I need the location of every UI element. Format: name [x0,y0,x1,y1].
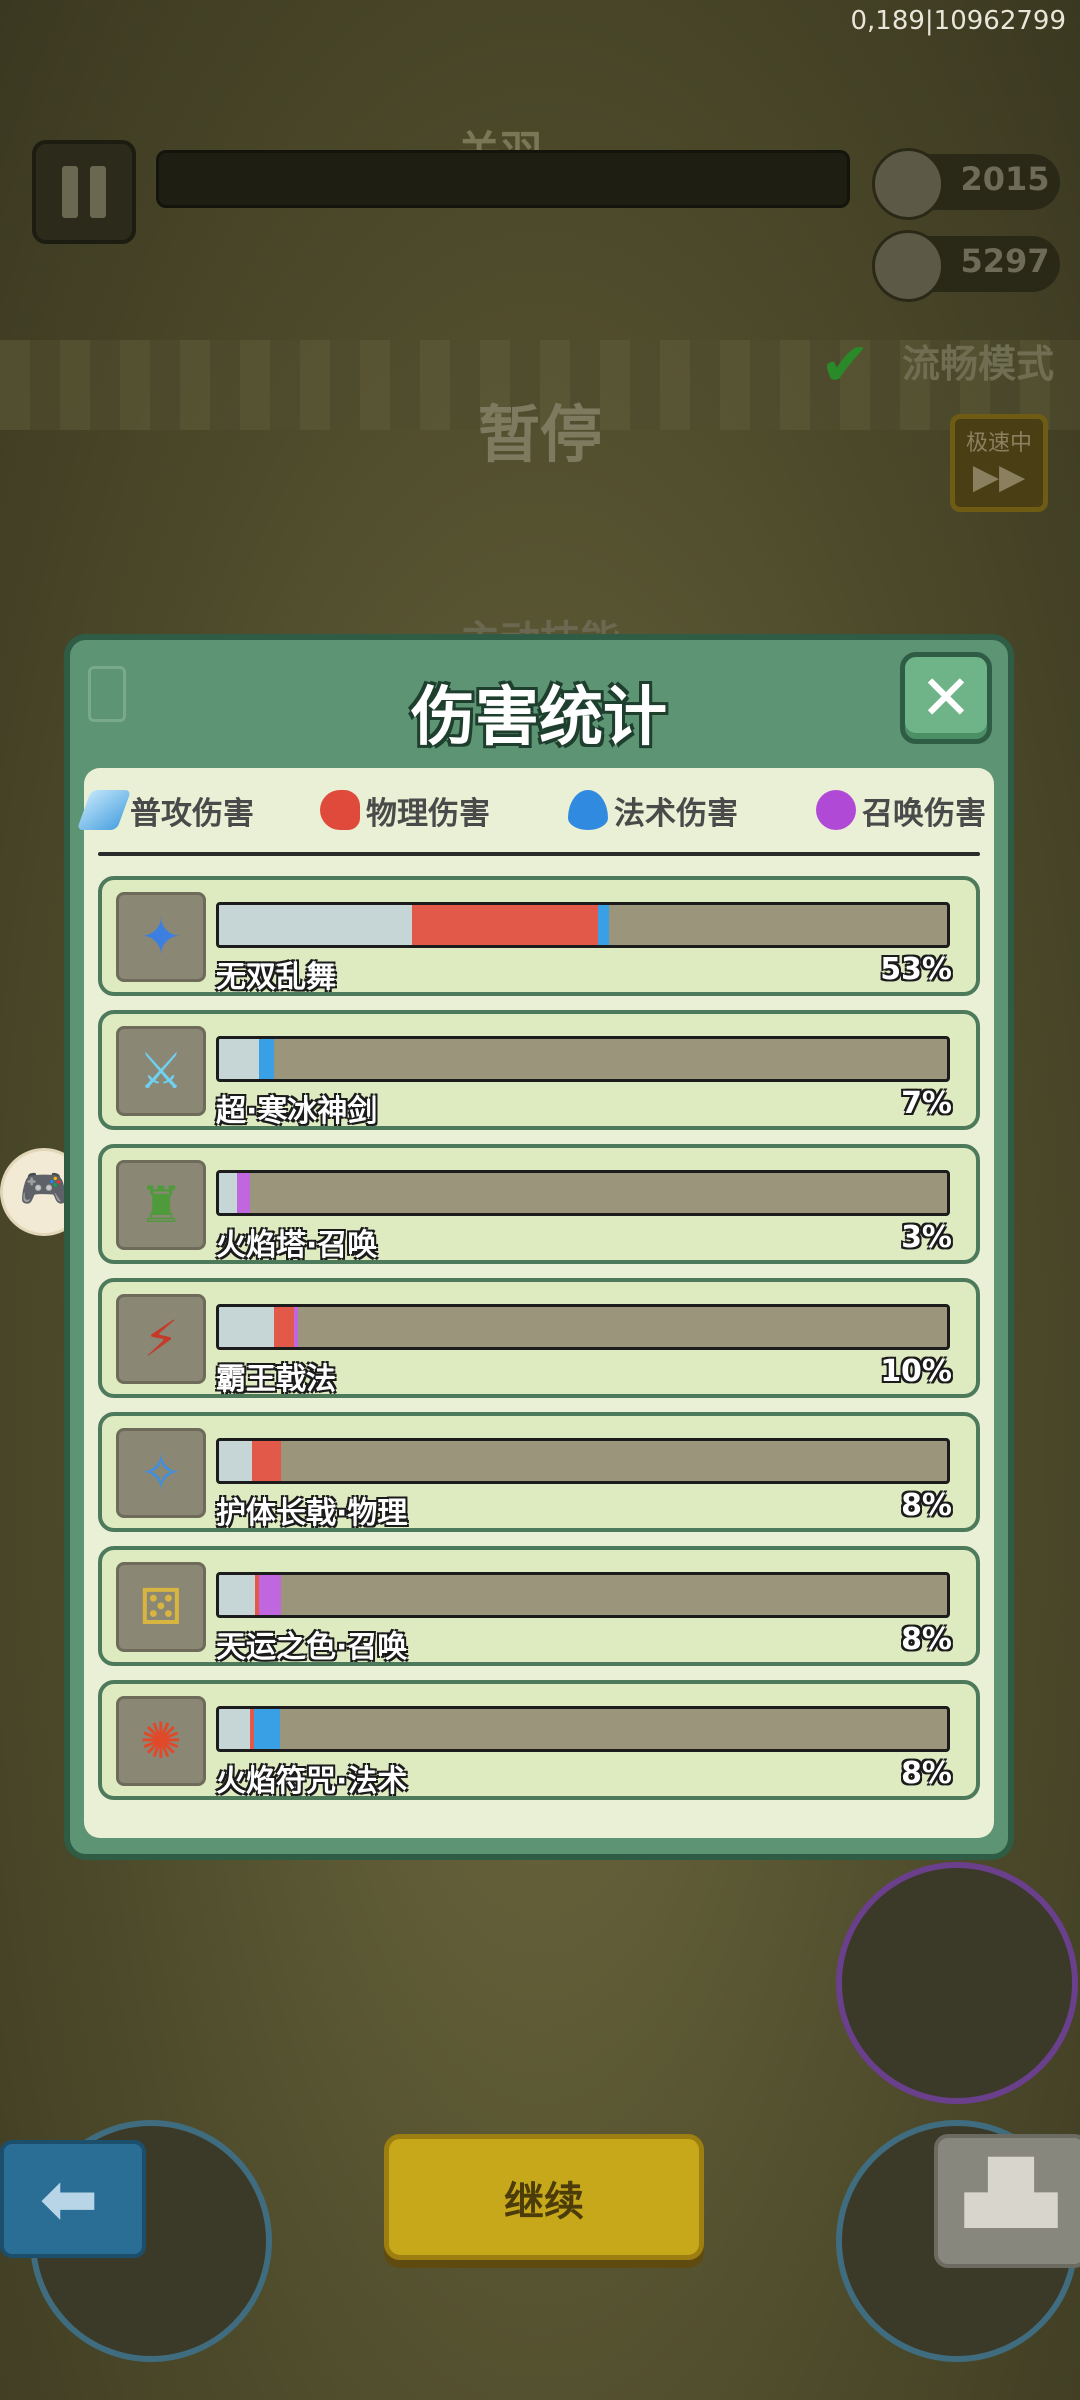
speed-toggle-button[interactable]: 极速中 ▶▶ [950,414,1048,512]
fire-tower-icon: ♜ [116,1160,206,1250]
damage-type-tabs: 普攻伤害 物理伤害 法术伤害 召唤伤害 [76,768,994,844]
damage-segment-basic [219,1441,252,1481]
tab-physical[interactable]: 物理伤害 [320,784,490,836]
debug-coords: 0,189|10962799 [850,6,1066,36]
damage-bar [216,902,950,948]
damage-bar [216,1438,950,1484]
tab-basic-attack[interactable]: 普攻伤害 [76,784,254,836]
continue-label: 继续 [504,2179,584,2225]
skill-glyph: ✺ [140,1712,182,1770]
skill-glyph: ⚔ [138,1042,184,1100]
rank-button[interactable]: ▟▙ [934,2134,1080,2268]
coin-icon [872,148,944,220]
skill-percentage: 53% [880,952,952,987]
tab-magic[interactable]: 法术伤害 [568,784,738,836]
damage-bar [216,1706,950,1752]
fist-icon [320,790,360,830]
damage-segment-magic [259,1039,274,1079]
speed-label: 极速中 [965,431,1032,456]
boss-health-bar [156,150,850,208]
skill-name: 火焰符咒·法术 [216,1764,408,1799]
skill-glyph: ⚡ [143,1310,179,1368]
damage-segment-basic [219,905,412,945]
damage-segment-basic [219,1173,237,1213]
damage-stats-modal: 伤害统计 ✕ 普攻伤害 物理伤害 法术伤害 召唤伤害 ✦ 无双乱舞 53% ⚔ 超·寒冰… [64,634,1014,1860]
ice-burst-icon: ✦ [116,892,206,982]
damage-segment-magic [598,905,609,945]
tab-summon[interactable]: 召唤伤害 [816,784,986,836]
guard-halberd-icon: ✧ [116,1428,206,1518]
halberd-icon: ⚡ [116,1294,206,1384]
skill-percentage: 3% [901,1220,952,1255]
checkmark-icon[interactable]: ✔ [820,330,870,400]
skill-name: 天运之色·召唤 [216,1630,408,1665]
skill-row: ♜ 火焰塔·召唤 3% [98,1144,980,1264]
damage-bar [216,1170,950,1216]
skill-row: ✧ 护体长戟·物理 8% [98,1412,980,1532]
damage-segment-basic [219,1307,274,1347]
damage-panel: 普攻伤害 物理伤害 法术伤害 召唤伤害 ✦ 无双乱舞 53% ⚔ 超·寒冰神剑 7% ♜ 火焰… [76,768,994,1838]
skill-glyph: ♜ [138,1176,184,1234]
skill-row: ⚔ 超·寒冰神剑 7% [98,1010,980,1130]
damage-segment-magic [254,1709,280,1749]
skill-percentage: 8% [901,1488,952,1523]
skill-percentage: 8% [901,1622,952,1657]
skill-name: 火焰塔·召唤 [216,1228,378,1263]
skill-name: 无双乱舞 [216,960,336,995]
skill-row: ✦ 无双乱舞 53% [98,876,980,996]
podium-icon: ▟▙ [964,2158,1058,2228]
damage-segment-physical [252,1441,281,1481]
skill-name: 超·寒冰神剑 [216,1094,378,1129]
coin-value: 2015 [960,160,1050,198]
damage-segment-physical [412,905,598,945]
skill-glyph: ✦ [140,908,182,966]
skill-row: ✺ 火焰符咒·法术 8% [98,1680,980,1800]
skill-percentage: 10% [880,1354,952,1389]
paw-icon [816,790,856,830]
sword-icon [76,790,132,830]
smooth-mode-label[interactable]: 流畅模式 [902,333,1054,388]
back-arrow-icon: ⬅ [39,2158,99,2240]
skull-icon [872,230,944,302]
flame-icon [568,790,608,830]
damage-segment-summon [259,1575,281,1615]
pause-button[interactable] [32,140,136,244]
skill-orb-right-top [836,1862,1078,2104]
tab-label: 召唤伤害 [862,795,986,832]
damage-bar [216,1304,950,1350]
dice-icon: ⚄ [116,1562,206,1652]
damage-segment-summon [294,1307,298,1347]
skill-glyph: ✧ [140,1444,182,1502]
tab-divider [98,852,980,856]
tab-label: 法术伤害 [614,795,738,832]
paused-title: 暂停 [477,398,602,471]
skill-glyph: ⚄ [139,1578,183,1636]
skill-percentage: 8% [901,1756,952,1791]
damage-segment-basic [219,1709,250,1749]
fast-forward-icon: ▶▶ [972,457,1026,497]
damage-segment-basic [219,1575,255,1615]
skill-row: ⚄ 天运之色·召唤 8% [98,1546,980,1666]
damage-bar [216,1036,950,1082]
tab-label: 普攻伤害 [130,795,254,832]
skill-row: ⚡ 霸王戟法 10% [98,1278,980,1398]
back-button[interactable]: ⬅ [0,2140,146,2258]
kill-value: 5297 [960,242,1050,280]
ice-sword-icon: ⚔ [116,1026,206,1116]
tab-label: 物理伤害 [366,795,490,832]
skill-name: 霸王戟法 [216,1362,336,1397]
close-icon: ✕ [920,661,972,734]
skill-percentage: 7% [901,1086,952,1121]
damage-segment-physical [274,1307,294,1347]
damage-bar [216,1572,950,1618]
skill-name: 护体长戟·物理 [216,1496,408,1531]
fire-scroll-icon: ✺ [116,1696,206,1786]
damage-segment-basic [219,1039,259,1079]
continue-button[interactable]: 继续 [384,2134,704,2260]
modal-title: 伤害统计 [411,681,667,755]
close-button[interactable]: ✕ [900,652,992,744]
damage-segment-summon [237,1173,250,1213]
